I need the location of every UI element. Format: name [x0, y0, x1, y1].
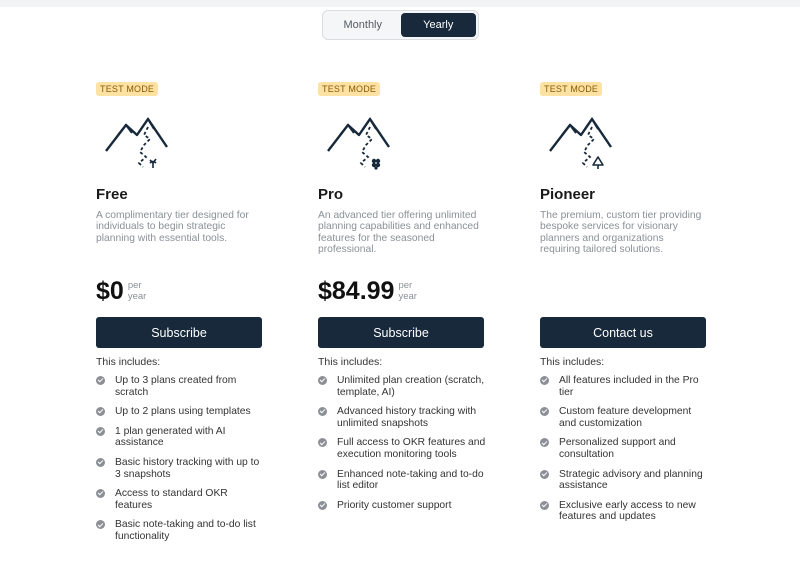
check-circle-icon [96, 489, 105, 499]
yearly-option[interactable]: Yearly [400, 13, 476, 37]
plan-description: A complimentary tier designed for indivi… [96, 210, 249, 244]
test-mode-badge: TEST MODE [540, 82, 603, 96]
check-circle-icon [318, 469, 327, 479]
mountain-tree-icon [549, 117, 612, 169]
feature-text: Exclusive early access to new features a… [559, 499, 696, 523]
check-circle-icon [96, 376, 105, 385]
feature-item: Up to 2 plans using templates [96, 406, 268, 418]
price-period-unit: year [127, 290, 147, 302]
feature-text: Custom feature development and customiza… [559, 406, 692, 429]
plan-card-pioneer: TEST MODE Pioneer The premium, custom ti… [540, 79, 708, 522]
feature-item: Basic history tracking with up to 3 snap… [96, 457, 268, 480]
price-period: per year [127, 280, 147, 302]
feature-item: All features included in the Pro tier [540, 375, 712, 398]
price-period: per year [398, 280, 417, 302]
plan-name: Pro [318, 186, 344, 203]
feature-item: Full access to OKR features and executio… [318, 437, 490, 460]
test-mode-badge: TEST MODE [96, 82, 159, 96]
includes-label: This includes: [540, 356, 605, 368]
feature-text: All features included in the Pro tier [559, 375, 699, 398]
price-period-per: per [127, 280, 142, 291]
check-circle-icon [96, 426, 105, 436]
plan-card-pro: TEST MODE Pro An advanced tier offering … [318, 79, 486, 511]
subscribe-button[interactable]: Subscribe [318, 317, 484, 348]
feature-text: Unlimited plan creation (scratch, templa… [337, 375, 485, 398]
price-period-per: per [398, 280, 413, 291]
monthly-option[interactable]: Monthly [325, 13, 401, 37]
check-circle-icon [318, 407, 327, 417]
subscribe-button[interactable]: Subscribe [96, 317, 262, 348]
feature-list: Unlimited plan creation (scratch, templa… [318, 375, 490, 519]
price-amount: $84.99 [318, 277, 395, 305]
check-circle-icon [540, 438, 549, 448]
feature-item: Basic note-taking and to-do list functio… [96, 519, 268, 542]
feature-item: Up to 3 plans created from scratch [96, 375, 268, 398]
feature-list: Up to 3 plans created from scratch Up to… [96, 375, 268, 551]
check-circle-icon [96, 520, 105, 530]
test-mode-badge: TEST MODE [318, 82, 381, 96]
feature-text: Full access to OKR features and executio… [337, 437, 486, 460]
feature-text: Enhanced note-taking and to-do list edit… [337, 468, 484, 492]
check-circle-icon [540, 407, 549, 417]
feature-text: 1 plan generated with AI assistance [115, 425, 226, 449]
plan-description: An advanced tier offering unlimited plan… [318, 210, 479, 256]
feature-text: Up to 3 plans created from scratch [115, 375, 237, 398]
feature-text: Basic note-taking and to-do list functio… [115, 519, 256, 542]
price-amount: $0 [96, 277, 124, 305]
plan-name: Pioneer [540, 186, 596, 203]
mountain-bush-icon [327, 117, 390, 170]
includes-label: This includes: [96, 356, 161, 368]
check-circle-icon [540, 500, 549, 510]
mountain-sprout-icon [105, 117, 168, 168]
check-circle-icon [318, 376, 327, 385]
feature-item: Unlimited plan creation (scratch, templa… [318, 375, 490, 398]
includes-label: This includes: [318, 356, 383, 368]
billing-period-toggle[interactable]: Monthly Yearly [322, 10, 479, 40]
contact-us-button[interactable]: Contact us [540, 317, 706, 348]
check-circle-icon [96, 407, 105, 417]
check-circle-icon [540, 469, 549, 479]
check-circle-icon [96, 457, 105, 467]
plan-price: $84.99 per year [318, 278, 417, 304]
check-circle-icon [318, 500, 327, 510]
plan-price: $0 per year [96, 278, 146, 304]
check-circle-icon [540, 376, 549, 385]
feature-item: Access to standard OKR features [96, 488, 268, 511]
feature-item: 1 plan generated with AI assistance [96, 426, 268, 449]
feature-item: Priority customer support [318, 500, 490, 512]
feature-item: Advanced history tracking with unlimited… [318, 406, 490, 429]
feature-list: All features included in the Pro tier Cu… [540, 375, 712, 531]
feature-text: Advanced history tracking with unlimited… [337, 406, 477, 429]
feature-item: Custom feature development and customiza… [540, 406, 712, 429]
check-circle-icon [318, 438, 327, 448]
feature-item: Enhanced note-taking and to-do list edit… [318, 469, 490, 492]
feature-text: Strategic advisory and planning assistan… [559, 468, 703, 492]
plan-card-free: TEST MODE Free A complimentary tier desi… [96, 79, 264, 542]
feature-item: Personalized support and consultation [540, 437, 712, 460]
feature-text: Basic history tracking with up to 3 snap… [115, 456, 260, 480]
price-period-unit: year [398, 290, 417, 302]
feature-text: Priority customer support [337, 499, 452, 511]
feature-text: Personalized support and consultation [559, 437, 676, 460]
plan-description: The premium, custom tier providing bespo… [540, 210, 702, 256]
top-strip [0, 0, 800, 7]
feature-item: Strategic advisory and planning assistan… [540, 469, 712, 492]
feature-text: Up to 2 plans using templates [115, 406, 251, 418]
plan-name: Free [96, 186, 128, 203]
feature-text: Access to standard OKR features [115, 488, 228, 511]
feature-item: Exclusive early access to new features a… [540, 500, 712, 523]
